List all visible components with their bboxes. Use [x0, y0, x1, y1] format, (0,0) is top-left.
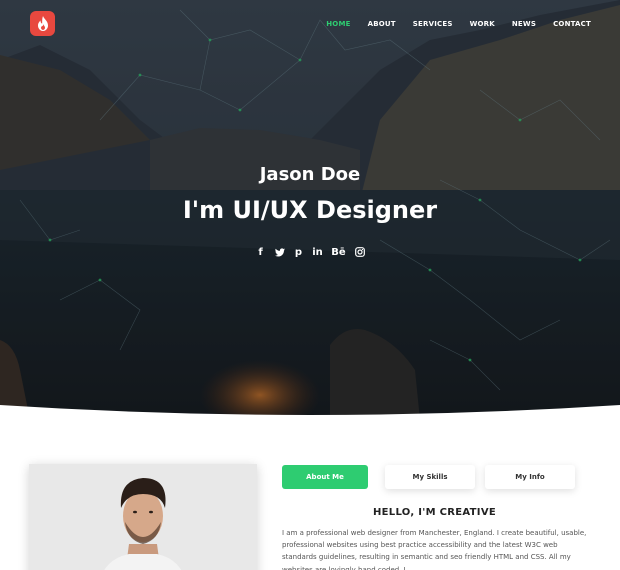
nav-about[interactable]: ABOUT: [368, 20, 396, 28]
hero-title: I'm UI/UX Designer: [182, 196, 438, 224]
logo[interactable]: [30, 11, 55, 36]
social-links: f p in Bē: [0, 246, 620, 258]
tab-my-skills[interactable]: My Skills: [385, 465, 475, 489]
about-heading: HELLO, I'M CREATIVE: [372, 507, 496, 518]
nav-news[interactable]: NEWS: [512, 20, 536, 28]
instagram-icon[interactable]: [354, 246, 365, 258]
nav-home[interactable]: HOME: [326, 20, 350, 28]
tab-my-info[interactable]: My Info: [485, 465, 575, 489]
behance-icon[interactable]: Bē: [331, 246, 345, 258]
hero-section: HOME ABOUT SERVICES WORK NEWS CONTACT Ja…: [0, 0, 620, 420]
main-nav: HOME ABOUT SERVICES WORK NEWS CONTACT: [309, 20, 591, 28]
profile-portrait-image: [29, 464, 257, 570]
twitter-icon[interactable]: [274, 246, 285, 258]
nav-contact[interactable]: CONTACT: [553, 20, 591, 28]
nav-services[interactable]: SERVICES: [413, 20, 453, 28]
linkedin-icon[interactable]: in: [312, 246, 323, 258]
hero-bottom-curve: [0, 405, 620, 425]
hero-name: Jason Doe: [259, 164, 361, 185]
tab-about-me[interactable]: About Me: [282, 465, 368, 489]
flame-icon: [37, 16, 48, 31]
profile-photo: [29, 464, 257, 570]
about-tabs: About Me My Skills My Info: [282, 465, 592, 489]
nav-work[interactable]: WORK: [470, 20, 495, 28]
facebook-icon[interactable]: f: [256, 246, 266, 258]
about-text: I am a professional web designer from Ma…: [282, 529, 587, 570]
pinterest-icon[interactable]: p: [294, 246, 304, 258]
